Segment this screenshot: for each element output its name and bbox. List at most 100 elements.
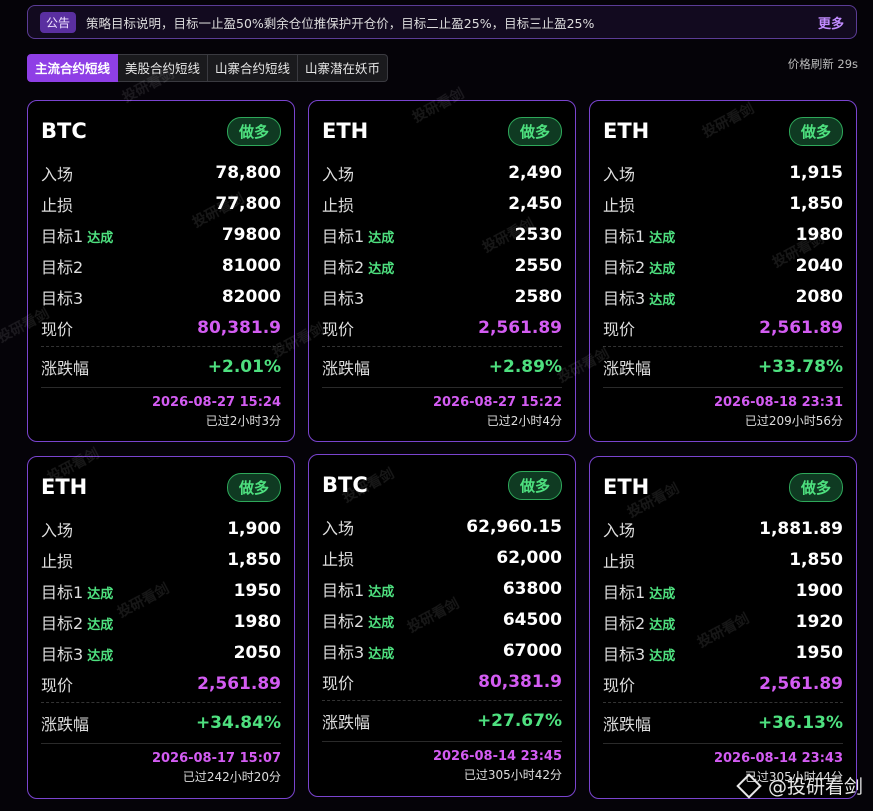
- stop-loss-row: 止损 77,800: [41, 188, 281, 219]
- row-label: 入场: [41, 517, 73, 541]
- target-hit-tag: 达成: [87, 230, 114, 246]
- row-label: 目标2 达成: [41, 610, 113, 634]
- card-header: BTC 做多: [41, 105, 281, 157]
- announcement-badge: 公告: [40, 11, 77, 33]
- symbol: ETH: [322, 119, 369, 143]
- tab-altcoin-contract[interactable]: 山寨合约短线: [208, 54, 299, 82]
- row-value: 1980: [795, 224, 843, 245]
- signal-card[interactable]: BTC 做多 入场 78,800 止损 77,800 目标1 达成 79800 目标2 81000 目…: [27, 100, 295, 442]
- row-label-text: 目标3: [322, 288, 365, 308]
- elapsed-time: 已过2小时3分: [205, 414, 281, 428]
- card-footer: 2026-08-27 15:24 已过2小时3分: [41, 388, 281, 429]
- row-label-text: 止损: [41, 551, 74, 571]
- row-value: 1,850: [789, 549, 843, 570]
- row-label-text: 入场: [603, 164, 636, 184]
- target-hit-tag: 达成: [368, 584, 395, 600]
- elapsed-time: 已过242小时20分: [182, 770, 281, 784]
- symbol: ETH: [603, 475, 650, 499]
- row-label-text: 现价: [322, 319, 355, 339]
- target-hit-tag: 达成: [87, 648, 114, 664]
- row-label-text: 止损: [41, 195, 74, 215]
- current-price-row: 现价 2,561.89: [41, 668, 281, 699]
- row-label-text: 现价: [603, 675, 636, 695]
- row-value: 2,490: [508, 162, 562, 183]
- stop-loss-row: 止损 62,000: [322, 542, 562, 573]
- row-label-text: 目标1: [322, 226, 365, 246]
- row-label-text: 目标3: [41, 288, 84, 308]
- change-row: 涨跌幅 +36.13%: [603, 702, 843, 744]
- elapsed-time: 已过209小时56分: [744, 414, 843, 428]
- change-label: 涨跌幅: [41, 715, 90, 734]
- signal-card[interactable]: ETH 做多 入场 1,900 止损 1,850 目标1 达成 1950 目标2 达成 1980 目标3…: [27, 456, 295, 799]
- direction-badge: 做多: [507, 470, 562, 500]
- stop-loss-row: 止损 2,450: [322, 188, 562, 219]
- direction-badge: 做多: [788, 116, 843, 146]
- row-label-text: 目标1: [41, 582, 84, 602]
- row-label: 止损: [322, 192, 354, 216]
- signal-card[interactable]: ETH 做多 入场 1,915 止损 1,850 目标1 达成 1980 目标2 达成 2040 目标3…: [589, 100, 857, 442]
- tab-mainstream-contract[interactable]: 主流合约短线: [27, 54, 119, 82]
- row-label-text: 现价: [41, 319, 74, 339]
- tab-us-stock-contract[interactable]: 美股合约短线: [118, 54, 209, 82]
- row-value: 1,881.89: [759, 518, 843, 539]
- row-label: 目标1 达成: [41, 579, 113, 603]
- row-label: 目标1 达成: [603, 223, 675, 247]
- target-hit-tag: 达成: [649, 292, 676, 308]
- row-label: 止损: [41, 548, 73, 572]
- row-value: 81000: [221, 255, 281, 276]
- signal-card[interactable]: ETH 做多 入场 1,881.89 止损 1,850 目标1 达成 1900 目标2 达成 1920…: [589, 456, 857, 799]
- row-value: 2,561.89: [478, 317, 562, 338]
- entry-row: 入场 62,960.15: [322, 511, 562, 542]
- change-row: 涨跌幅 +27.67%: [322, 700, 562, 742]
- row-label-text: 止损: [322, 549, 355, 569]
- stop-loss-row: 止损 1,850: [603, 544, 843, 575]
- entry-row: 入场 1,900: [41, 513, 281, 544]
- row-label: 入场: [603, 517, 635, 541]
- card-footer: 2026-08-18 23:31 已过209小时56分: [603, 388, 843, 429]
- row-value: 64500: [502, 609, 562, 630]
- current-price-row: 现价 80,381.9: [322, 666, 562, 697]
- target-3-row: 目标3 82000: [41, 281, 281, 312]
- row-value: 1,915: [789, 162, 843, 183]
- row-label: 目标1 达成: [41, 223, 113, 247]
- row-label: 目标3: [41, 285, 83, 309]
- target-hit-tag: 达成: [368, 230, 395, 246]
- row-label-text: 入场: [322, 518, 355, 538]
- row-label-text: 目标1: [603, 226, 646, 246]
- target-hit-tag: 达成: [649, 230, 676, 246]
- target-hit-tag: 达成: [649, 648, 676, 664]
- signal-card[interactable]: BTC 做多 入场 62,960.15 止损 62,000 目标1 达成 63800 目标2 达成 6…: [308, 454, 576, 797]
- tab-altcoin-potential[interactable]: 山寨潜在妖币: [298, 54, 389, 82]
- current-price-row: 现价 2,561.89: [603, 312, 843, 343]
- change-value: +27.67%: [476, 711, 562, 731]
- target-2-row: 目标2 81000: [41, 250, 281, 281]
- row-label: 现价: [41, 672, 73, 696]
- signal-card[interactable]: ETH 做多 入场 2,490 止损 2,450 目标1 达成 2530 目标2 达成 2550 目标3…: [308, 100, 576, 442]
- row-label: 目标2 达成: [603, 254, 675, 278]
- brand-text: @投研看剑: [767, 776, 863, 798]
- row-label: 现价: [603, 672, 635, 696]
- target-1-row: 目标1 达成 79800: [41, 219, 281, 250]
- row-label: 入场: [41, 161, 73, 185]
- row-value: 1900: [795, 580, 843, 601]
- row-value: 80,381.9: [478, 671, 562, 692]
- target-hit-tag: 达成: [368, 615, 395, 631]
- row-label-text: 目标2: [322, 611, 365, 631]
- row-label-text: 目标3: [603, 288, 646, 308]
- row-label: 入场: [322, 161, 354, 185]
- card-header: ETH 做多: [41, 461, 281, 513]
- symbol: ETH: [41, 475, 88, 499]
- row-value: 62,000: [496, 547, 562, 568]
- card-header: ETH 做多: [322, 105, 562, 157]
- target-2-row: 目标2 达成 64500: [322, 604, 562, 635]
- target-3-row: 目标3 达成 67000: [322, 635, 562, 666]
- more-link[interactable]: 更多: [818, 13, 844, 32]
- row-value: 67000: [502, 640, 562, 661]
- target-1-row: 目标1 达成 63800: [322, 573, 562, 604]
- row-label-text: 止损: [603, 195, 636, 215]
- row-value: 77,800: [215, 193, 281, 214]
- change-value: +33.78%: [757, 357, 843, 377]
- row-label-text: 目标1: [603, 582, 646, 602]
- row-label: 目标2 达成: [603, 610, 675, 634]
- row-value: 1950: [795, 642, 843, 663]
